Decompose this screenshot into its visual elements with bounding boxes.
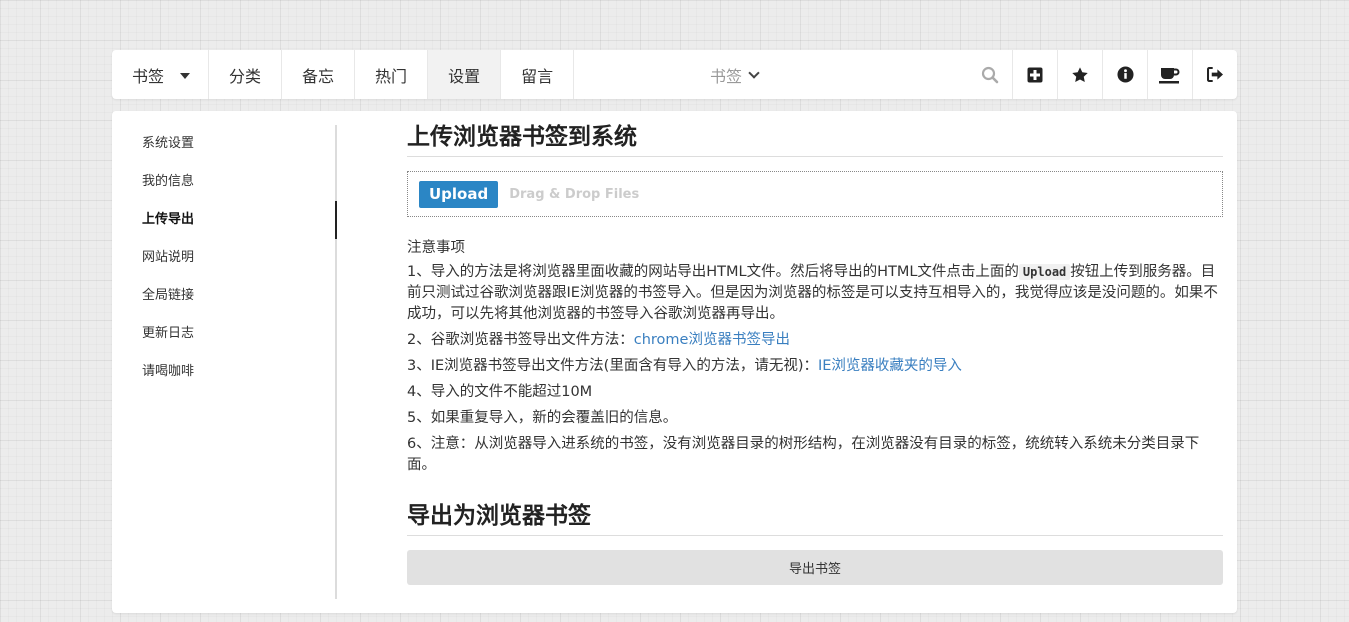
settings-sidebar: 系统设置 我的信息 上传导出 网站说明 全局链接 更新日志 请喝咖啡: [112, 125, 337, 599]
chevron-down-icon: [748, 66, 760, 79]
search-button[interactable]: [968, 50, 1012, 99]
main-content: 上传浏览器书签到系统 Upload Drag & Drop Files 注意事项…: [407, 121, 1223, 585]
ie-import-link[interactable]: IE浏览器收藏夹的导入: [818, 358, 962, 374]
sidebar-item-changelog[interactable]: 更新日志: [112, 315, 335, 353]
sidebar-item-upload-export[interactable]: 上传导出: [112, 201, 337, 239]
upload-section-title: 上传浏览器书签到系统: [407, 121, 1223, 157]
coffee-button[interactable]: [1147, 50, 1192, 99]
nav-messages[interactable]: 留言: [501, 50, 575, 99]
note-item-5: 5、如果重复导入，新的会覆盖旧的信息。: [407, 410, 678, 426]
note-item-1: 1、导入的方法是将浏览器里面收藏的网站导出HTML文件。然后将导出的HTML文件…: [407, 262, 1223, 325]
logout-button[interactable]: [1192, 50, 1237, 99]
sidebar-item-system-settings[interactable]: 系统设置: [112, 125, 335, 163]
nav-settings[interactable]: 设置: [428, 50, 502, 99]
search-scope-label: 书签: [709, 66, 742, 86]
note-item-6: 6、注意：从浏览器导入进系统的书签，没有浏览器目录的树形结构，在浏览器没有目录的…: [407, 436, 1200, 473]
plus-square-icon: [1027, 67, 1043, 82]
chrome-export-link[interactable]: chrome浏览器书签导出: [634, 332, 790, 348]
star-icon: [1072, 66, 1088, 82]
nav-settings-label: 设置: [448, 66, 481, 86]
favorites-button[interactable]: [1057, 50, 1102, 99]
upload-dropzone[interactable]: Upload Drag & Drop Files: [407, 171, 1223, 217]
sidebar-item-site-description[interactable]: 网站说明: [112, 239, 335, 277]
note-item-3: 3、IE浏览器书签导出文件方法(里面含有导入的方法，请无视)：IE浏览器收藏夹的…: [407, 356, 1223, 377]
sidebar-item-my-info[interactable]: 我的信息: [112, 163, 335, 201]
nav-hot[interactable]: 热门: [355, 50, 429, 99]
nav-categories[interactable]: 分类: [209, 50, 283, 99]
info-button[interactable]: [1102, 50, 1147, 99]
upload-button[interactable]: Upload: [419, 180, 499, 208]
export-bookmarks-button[interactable]: 导出书签: [407, 550, 1223, 585]
top-navbar: 书签 分类 备忘 热门 设置 留言 书签: [112, 50, 1237, 99]
search-icon: [981, 66, 999, 83]
nav-categories-label: 分类: [229, 66, 262, 86]
notes-heading: 注意事项: [407, 240, 465, 256]
export-section-title: 导出为浏览器书签: [407, 500, 1223, 536]
search-scope-dropdown[interactable]: 书签: [700, 50, 768, 99]
upload-code-chip: Upload: [1018, 264, 1071, 280]
notes-section: 注意事项 1、导入的方法是将浏览器里面收藏的网站导出HTML文件。然后将导出的H…: [407, 238, 1223, 476]
note-2-text: 2、谷歌浏览器书签导出文件方法：: [407, 332, 634, 348]
content-panel: 系统设置 我的信息 上传导出 网站说明 全局链接 更新日志 请喝咖啡 上传浏览器…: [112, 111, 1237, 613]
coffee-icon: [1159, 67, 1180, 83]
info-circle-icon: [1116, 66, 1134, 83]
nav-messages-label: 留言: [521, 66, 554, 86]
nav-hot-label: 热门: [375, 66, 408, 86]
note-item-4: 4、导入的文件不能超过10M: [407, 384, 593, 400]
drag-drop-hint: Drag & Drop Files: [509, 186, 640, 202]
add-bookmark-button[interactable]: [1012, 50, 1057, 99]
caret-down-icon: [180, 72, 191, 79]
note-3-text: 3、IE浏览器书签导出文件方法(里面含有导入的方法，请无视)：: [407, 358, 818, 374]
sidebar-item-global-links[interactable]: 全局链接: [112, 277, 335, 315]
nav-bookmarks-label: 书签: [132, 66, 165, 86]
note-item-2: 2、谷歌浏览器书签导出文件方法：chrome浏览器书签导出: [407, 330, 1223, 351]
nav-memo-label: 备忘: [302, 66, 335, 86]
note-1-text-a: 1、导入的方法是将浏览器里面收藏的网站导出HTML文件。然后将导出的HTML文件…: [407, 264, 1019, 280]
sign-out-icon: [1206, 67, 1223, 82]
nav-bookmarks[interactable]: 书签: [112, 50, 210, 99]
nav-memo[interactable]: 备忘: [282, 50, 356, 99]
sidebar-item-buy-coffee[interactable]: 请喝咖啡: [112, 353, 335, 391]
